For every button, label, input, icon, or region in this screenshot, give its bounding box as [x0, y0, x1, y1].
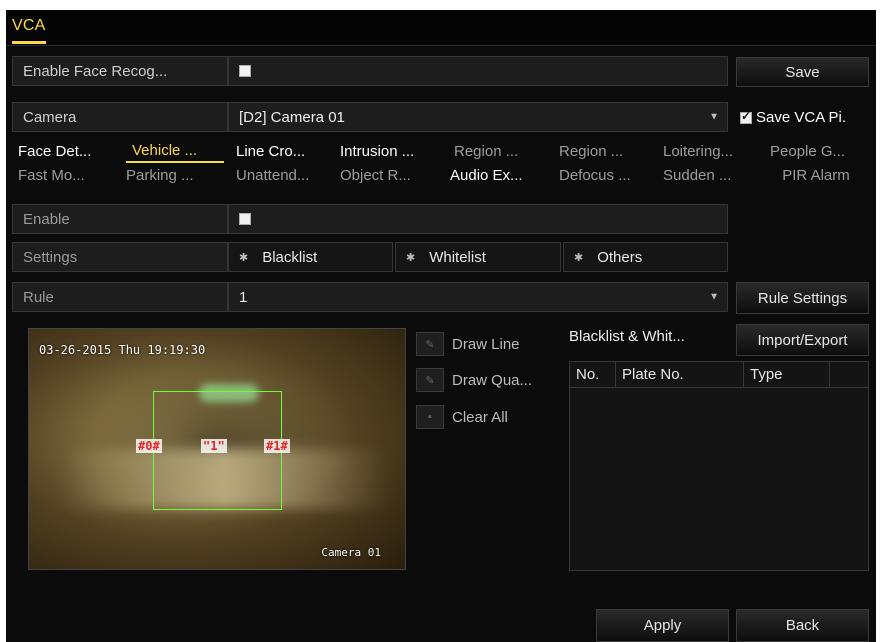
lane-label-1: "1" [201, 439, 227, 453]
draw-line-button[interactable]: ✎ Draw Line [416, 332, 520, 356]
tab-people-gathering[interactable]: People G... [764, 140, 868, 163]
save-vca-picture-label: Save VCA Pi. [756, 109, 847, 126]
tab-vca[interactable]: VCA [12, 17, 46, 44]
face-recognition-label: Enable Face Recog... [12, 56, 228, 86]
column-header-type: Type [744, 362, 830, 388]
tab-line-crossing[interactable]: Line Cro... [230, 140, 330, 163]
blacklist-whitelist-title: Blacklist & Whit... [569, 328, 685, 345]
rule-select-value: 1 [239, 288, 248, 306]
clear-all-button[interactable]: ▪ Clear All [416, 405, 508, 429]
save-vca-picture[interactable]: Save VCA Pi. [740, 109, 846, 126]
others-button[interactable]: ✱ Others [563, 242, 728, 272]
pencil-icon: ✎ [416, 332, 444, 356]
face-recognition-checkbox[interactable] [239, 65, 251, 77]
tab-vehicle-detection[interactable]: Vehicle ... [126, 140, 224, 163]
draw-line-label: Draw Line [452, 335, 520, 353]
enable-checkbox[interactable] [239, 213, 251, 225]
lane-label-2: #1# [264, 439, 290, 453]
rule-settings-button[interactable]: Rule Settings [736, 282, 869, 314]
whitelist-label: Whitelist [429, 248, 486, 266]
import-export-button[interactable]: Import/Export [736, 324, 869, 356]
tab-region-exiting[interactable]: Region ... [553, 140, 653, 163]
draw-quadrilateral-label: Draw Qua... [452, 371, 533, 389]
camera-select[interactable]: [D2] Camera 01 ▼ [228, 102, 728, 132]
gear-icon: ✱ [406, 251, 416, 264]
vca-window: VCA Enable Face Recog... Save Camera [D2… [6, 10, 876, 642]
others-label: Others [597, 248, 643, 266]
camera-select-value: [D2] Camera 01 [239, 108, 345, 126]
vca-type-tabs-row1: Face Det... Vehicle ... Line Cro... Intr… [12, 140, 870, 163]
enable-checkbox-cell [228, 204, 728, 234]
camera-label-text: Camera [23, 108, 77, 126]
rule-label-text: Rule [23, 288, 54, 306]
rule-label: Rule [12, 282, 228, 312]
save-button[interactable]: Save [736, 57, 869, 87]
tab-unattended-baggage[interactable]: Unattend... [230, 164, 332, 187]
tab-parking[interactable]: Parking ... [120, 164, 224, 187]
settings-label-text: Settings [23, 248, 78, 266]
clear-all-label: Clear All [452, 408, 508, 426]
enable-label-text: Enable [23, 210, 70, 228]
gear-icon: ✱ [574, 251, 584, 264]
tab-defocus[interactable]: Defocus ... [553, 164, 653, 187]
tab-region-entrance[interactable]: Region ... [448, 140, 548, 163]
rule-select[interactable]: 1 ▼ [228, 282, 728, 312]
face-recognition-label-text: Enable Face Recog... [23, 62, 168, 80]
back-button[interactable]: Back [736, 609, 869, 642]
blacklist-button[interactable]: ✱ Blacklist [228, 242, 393, 272]
edit-icon: ✎ [416, 368, 444, 392]
blacklist-label: Blacklist [262, 248, 318, 266]
column-header-plate-no: Plate No. [616, 362, 744, 388]
tab-sudden-scene-change[interactable]: Sudden ... [657, 164, 761, 187]
tab-fast-moving[interactable]: Fast Mo... [12, 164, 116, 187]
enable-label: Enable [12, 204, 228, 234]
settings-label: Settings [12, 242, 228, 272]
tab-loitering[interactable]: Loitering... [657, 140, 761, 163]
column-header-no: No. [570, 362, 616, 388]
face-recognition-checkbox-cell [228, 56, 728, 86]
vca-type-tabs-row2: Fast Mo... Parking ... Unattend... Objec… [12, 164, 870, 187]
camera-label: Camera [12, 102, 228, 132]
whitelist-button[interactable]: ✱ Whitelist [395, 242, 561, 272]
lane-label-0: #0# [136, 439, 162, 453]
column-header-extra [830, 362, 868, 388]
chevron-down-icon: ▼ [709, 111, 719, 123]
draw-quadrilateral-button[interactable]: ✎ Draw Qua... [416, 368, 532, 392]
tab-intrusion[interactable]: Intrusion ... [334, 140, 442, 163]
trash-icon: ▪ [416, 405, 444, 429]
apply-button[interactable]: Apply [596, 609, 729, 642]
tab-face-detection[interactable]: Face Det... [12, 140, 116, 163]
tab-object-removal[interactable]: Object R... [334, 164, 442, 187]
gear-icon: ✱ [239, 251, 249, 264]
save-vca-picture-checkbox[interactable] [740, 109, 752, 124]
tab-pir-alarm[interactable]: PIR Alarm [764, 164, 868, 187]
chevron-down-icon: ▼ [709, 291, 719, 303]
osd-camera-name: Camera 01 [321, 546, 381, 559]
title-bar: VCA [6, 10, 876, 46]
tab-audio-exception[interactable]: Audio Ex... [444, 164, 548, 187]
camera-preview[interactable]: 03-26-2015 Thu 19:19:30 #0# "1" #1# Came… [28, 328, 406, 570]
osd-timestamp: 03-26-2015 Thu 19:19:30 [39, 343, 206, 357]
blacklist-table[interactable]: No. Plate No. Type [569, 361, 869, 571]
